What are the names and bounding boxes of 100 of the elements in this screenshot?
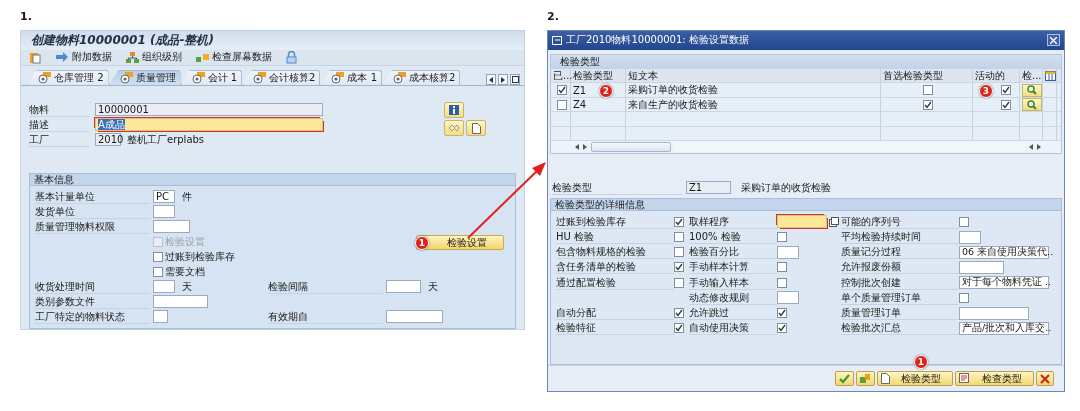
input-field[interactable]: Z1 <box>686 181 731 195</box>
dropdown[interactable]: 对于每个物料凭证 .. <box>959 276 1049 290</box>
unit-label: 天 <box>428 279 438 294</box>
checkbox[interactable] <box>674 277 684 288</box>
checkbox[interactable] <box>777 277 787 288</box>
input-field[interactable] <box>386 310 443 323</box>
toolbar-button[interactable]: 组织级别 <box>126 50 182 65</box>
checkbox[interactable] <box>153 251 163 262</box>
field-label: 允许跳过 <box>689 306 777 320</box>
window-icon <box>552 35 562 45</box>
input-field[interactable] <box>959 260 1004 274</box>
dropdown[interactable]: 产品/批次和入库交.. <box>959 321 1049 335</box>
tab[interactable]: 会计核算2 <box>242 70 321 85</box>
checkbox[interactable] <box>922 99 933 110</box>
input-field[interactable] <box>153 310 168 323</box>
toolbar-button[interactable]: 附加数据 <box>55 50 112 65</box>
checkbox[interactable] <box>959 216 969 227</box>
checkbox[interactable] <box>674 216 684 227</box>
checkbox[interactable] <box>556 99 567 110</box>
column-header[interactable]: 检验类型 <box>571 68 626 83</box>
checkbox[interactable] <box>556 85 567 96</box>
input-field[interactable] <box>777 215 827 229</box>
field-label: 含任务清单的检验 <box>556 260 674 275</box>
input-field[interactable] <box>386 280 421 293</box>
checkbox[interactable] <box>153 266 163 277</box>
toolbar-button[interactable]: 检查屏幕数据 <box>196 50 272 65</box>
scroll-left-icon[interactable] <box>1029 144 1033 151</box>
field-label: 检验间隔 <box>268 279 383 294</box>
column-header[interactable]: 检... <box>1020 68 1043 83</box>
icon-button[interactable] <box>856 371 875 387</box>
input-field[interactable]: 10000001 <box>95 103 323 116</box>
scroll-right-icon[interactable] <box>583 144 587 151</box>
group-title: 检验类型的详细信息 <box>551 199 1061 212</box>
close-button[interactable] <box>1047 34 1060 47</box>
icon-button[interactable] <box>1036 371 1054 387</box>
scrollbar-thumb[interactable] <box>591 142 671 153</box>
checkbox[interactable] <box>674 323 684 334</box>
input-field[interactable] <box>959 306 1029 320</box>
details-button[interactable] <box>1022 98 1042 112</box>
tab[interactable]: 质量管理 <box>108 70 181 85</box>
details-button[interactable] <box>1022 83 1042 97</box>
table-cell: Z4 <box>573 99 587 111</box>
checkbox[interactable] <box>777 308 787 318</box>
scroll-right-icon[interactable] <box>1037 144 1041 151</box>
checkbox[interactable] <box>777 262 787 273</box>
scroll-left-icon[interactable] <box>575 144 579 151</box>
input-field[interactable]: PC <box>153 190 175 203</box>
input-field[interactable] <box>153 280 175 293</box>
checkbox[interactable] <box>1001 99 1011 110</box>
input-field[interactable] <box>153 220 190 233</box>
input-field[interactable]: 2010 <box>95 133 121 146</box>
column-header[interactable]: 活动的 <box>973 68 1020 83</box>
input-field[interactable]: A成品 <box>95 118 323 131</box>
footer-button[interactable]: 检查类型 <box>955 371 1034 387</box>
checkbox[interactable] <box>674 232 684 243</box>
field-label: 质量管理物料权限 <box>35 219 150 234</box>
scroll-right-button[interactable] <box>498 74 508 85</box>
list-icon <box>959 373 971 385</box>
checkbox[interactable] <box>674 247 684 258</box>
tab-status-icon <box>393 72 407 84</box>
column-header[interactable]: 首选检验类型 <box>881 68 973 83</box>
checkbox[interactable] <box>959 292 969 303</box>
field-label: 自动分配 <box>556 306 674 320</box>
tab-status-icon <box>331 72 346 84</box>
column-header[interactable]: 短文本 <box>626 68 881 83</box>
checkbox[interactable] <box>777 323 787 334</box>
scrollbar-track[interactable] <box>675 142 1025 153</box>
input-field[interactable] <box>153 295 208 308</box>
checkbox[interactable] <box>674 308 684 318</box>
checkbox[interactable] <box>922 85 933 96</box>
info-button[interactable] <box>444 102 464 118</box>
table-cell: Z1 <box>573 84 587 96</box>
tab[interactable]: 仓库管理 2 <box>27 70 109 85</box>
checkbox[interactable] <box>1001 85 1011 96</box>
field-label: 类别参数文件 <box>35 294 150 309</box>
tab[interactable]: 成本 1 <box>320 70 382 85</box>
input-field[interactable] <box>959 230 981 244</box>
checkbox[interactable] <box>674 262 684 273</box>
tab[interactable]: 会计 1 <box>180 70 243 85</box>
input-field[interactable] <box>777 291 799 305</box>
inspection-setup-button[interactable]: 1 检验设置 <box>416 235 504 250</box>
document-button[interactable] <box>466 120 486 136</box>
checkbox[interactable] <box>777 232 787 243</box>
tab-status-icon <box>119 72 134 84</box>
tab-list-button[interactable] <box>510 74 520 85</box>
checkbox-label: 需要文档 <box>165 264 205 279</box>
input-field[interactable] <box>153 205 175 218</box>
clipboard-icon[interactable] <box>29 50 41 64</box>
field-label: 检验特征 <box>556 321 674 336</box>
group-title: 基本信息 <box>30 174 515 186</box>
value-help-icon[interactable] <box>829 216 839 227</box>
tab[interactable]: 成本核算2 <box>382 70 461 85</box>
tab-status-icon <box>253 72 268 84</box>
lock-icon[interactable] <box>286 50 297 64</box>
icon-button[interactable] <box>835 371 854 387</box>
table-settings-icon[interactable] <box>1045 70 1056 81</box>
scroll-left-button[interactable] <box>486 74 496 85</box>
table-cell: 来自生产的收货检验 <box>628 97 718 112</box>
document-icon <box>471 122 481 134</box>
input-field[interactable] <box>777 245 799 259</box>
